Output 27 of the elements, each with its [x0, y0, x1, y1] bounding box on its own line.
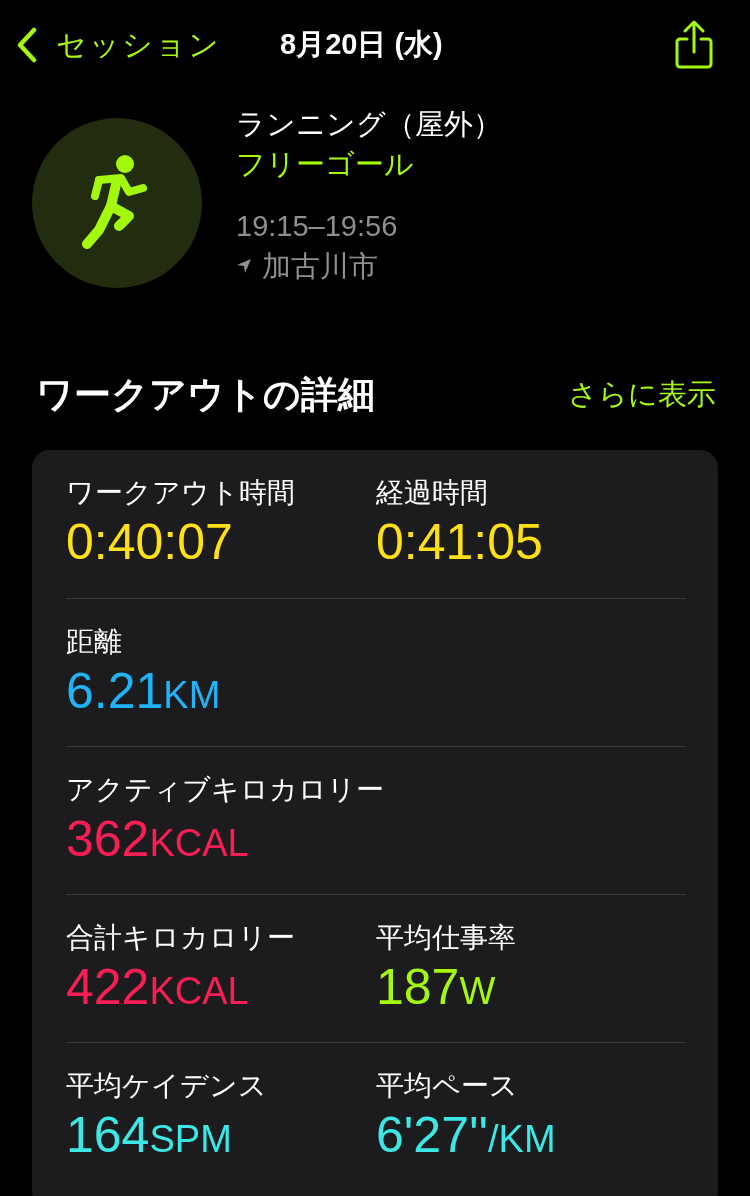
metric-value: 362KCAL: [66, 810, 250, 869]
metric-value: 6'27''/KM: [376, 1106, 557, 1165]
location-arrow-icon: [236, 258, 252, 274]
metric-label: 平均仕事率: [376, 921, 517, 955]
metric-value: 6.21KM: [66, 662, 222, 721]
back-button[interactable]: セッション: [16, 24, 221, 66]
share-icon[interactable]: [674, 20, 714, 70]
time-range: 19:15–19:56: [236, 209, 399, 244]
metric-label: 経過時間: [376, 476, 489, 510]
metric-value: 187W: [376, 958, 497, 1017]
metric-label: ワークアウト時間: [66, 476, 296, 510]
chevron-left-icon: [16, 27, 38, 63]
section-title: ワークアウトの詳細: [36, 373, 375, 417]
metric-label: 平均ケイデンス: [66, 1069, 268, 1103]
metric-value: 422KCAL: [66, 958, 250, 1017]
location: 加古川市: [262, 249, 378, 284]
nav-title: 8月20日 (水): [280, 27, 443, 62]
metric-label: 平均ペース: [376, 1069, 519, 1103]
metric-label: アクティブキロカロリー: [66, 773, 385, 807]
metric-value: 0:41:05: [376, 513, 544, 572]
workout-goal: フリーゴール: [236, 147, 415, 182]
show-more-link[interactable]: さらに表示: [568, 375, 716, 415]
workout-type: ランニング（屋外）: [236, 107, 502, 142]
metric-value: 164SPM: [66, 1106, 233, 1165]
metric-value: 0:40:07: [66, 513, 234, 572]
metric-label: 合計キロカロリー: [66, 921, 296, 955]
metric-label: 距離: [66, 625, 123, 659]
